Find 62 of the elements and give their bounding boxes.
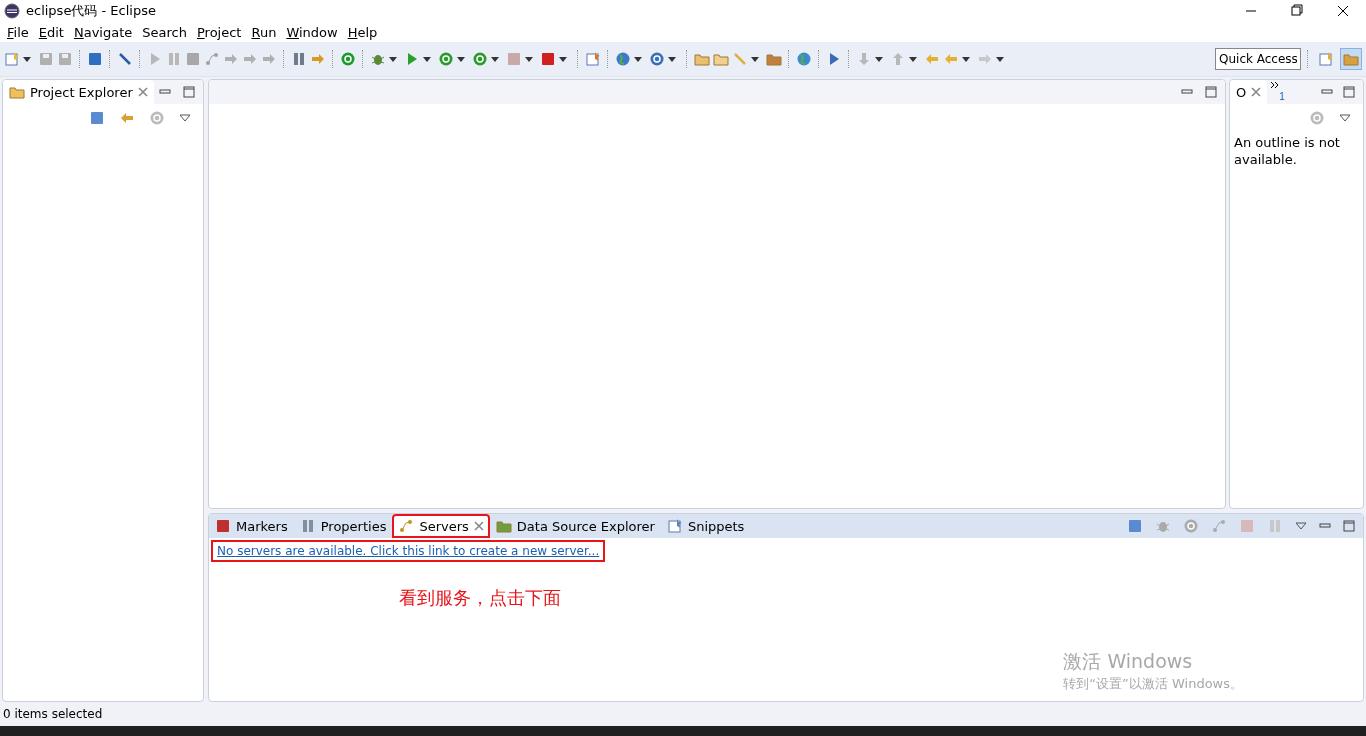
folder-icon [9,84,25,100]
menu-item[interactable]: Navigate [68,24,138,40]
eclipse-logo-icon [4,3,20,19]
connect-icon[interactable] [204,51,220,67]
globe-icon[interactable] [796,51,812,67]
view-tab[interactable]: Data Source Explorer [489,514,661,538]
globe-new-icon[interactable] [615,51,631,67]
caret-icon[interactable] [668,56,676,62]
view-tab[interactable]: Properties [293,514,393,538]
menu-item[interactable]: File [2,24,34,40]
view-menu-icon[interactable] [1339,114,1351,122]
caret-icon[interactable] [491,56,499,62]
maximize-icon[interactable] [1205,86,1217,98]
view-tab[interactable]: Markers [209,514,294,538]
tab-label[interactable]: O [1236,84,1247,100]
quick-access-field[interactable]: Quick Access [1215,48,1301,70]
outline-message: An outline is not available. [1233,134,1341,169]
archive-folder-icon[interactable] [766,51,782,67]
tab-label[interactable]: Markers [236,518,288,534]
maximize-icon[interactable] [183,86,195,98]
tab-label[interactable]: Properties [320,518,387,534]
view-tab[interactable]: Snippets [660,514,751,538]
caret-icon[interactable] [751,56,759,62]
view-tab[interactable]: O [1230,80,1268,104]
view-tab[interactable]: Servers [392,514,490,538]
caret-icon[interactable] [996,56,1004,62]
window-title: eclipse代码 - Eclipse [26,2,156,20]
tab-label[interactable]: Servers [419,518,469,534]
menu-item[interactable]: Window [281,24,343,40]
caret-icon[interactable] [909,56,917,62]
annotation-text: 看到服务，点击下面 [399,586,561,610]
view-menu-icon[interactable] [1295,522,1307,530]
folder-open-icon[interactable] [694,51,710,67]
caret-icon[interactable] [525,56,533,62]
menu-item[interactable]: Edit [33,24,69,40]
caret-icon[interactable] [634,56,642,62]
tab-label[interactable]: Snippets [687,518,745,534]
activation-title: 激活 Windows [1063,649,1194,674]
caret-icon[interactable] [559,56,567,62]
status-text: 0 items selected [3,707,103,721]
menu-item[interactable]: Project [191,24,247,40]
maximize-icon[interactable] [1343,520,1355,532]
overflow-tabs-button[interactable]: 1 [1267,80,1289,104]
folder-icon[interactable] [713,51,729,67]
menu-item[interactable]: Help [342,24,383,40]
view-tab[interactable]: Project Explorer [3,80,154,104]
caret-icon[interactable] [389,56,397,62]
menu-item[interactable]: Run [246,24,282,40]
maximize-icon[interactable] [1343,86,1355,98]
create-server-link[interactable]: No servers are available. Click this link to create a new server... [213,542,604,560]
view-menu-icon[interactable] [179,114,191,122]
tab-label[interactable]: Data Source Explorer [516,518,655,534]
caret-icon[interactable] [457,56,465,62]
caret-icon[interactable] [962,56,970,62]
activation-text: 转到“设置”以激活 Windows。 [1063,675,1243,693]
caret-icon[interactable] [23,56,31,62]
caret-icon[interactable] [875,56,883,62]
save-icon[interactable] [38,51,54,67]
save-all-icon[interactable] [57,51,73,67]
caret-icon[interactable] [423,56,431,62]
menu-item[interactable]: Search [137,24,192,40]
chevron-icon[interactable] [1271,82,1280,88]
